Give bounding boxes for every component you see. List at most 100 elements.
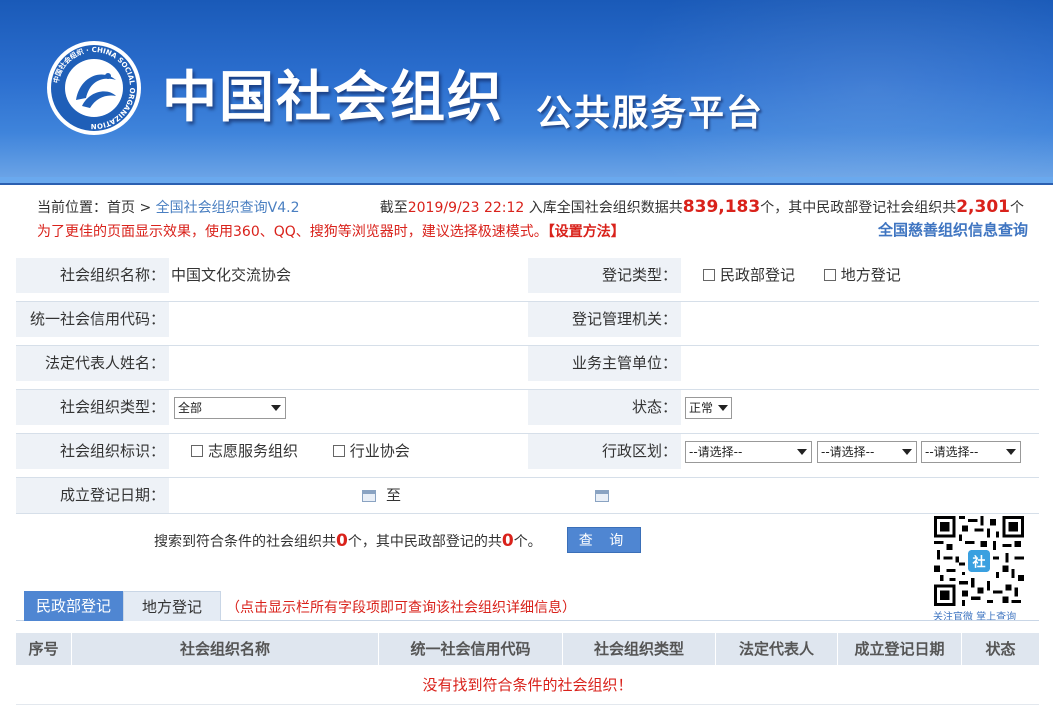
reg-authority-input[interactable]	[681, 302, 1039, 337]
dropdown-arrow-icon	[718, 405, 728, 411]
credit-code-label: 统一社会信用代码：	[16, 302, 169, 337]
reg-type-options: 民政部登记 地方登记	[681, 258, 1039, 293]
site-title: 中国社会组织	[162, 65, 505, 129]
dropdown-arrow-icon	[797, 449, 807, 455]
reg-date-label: 成立登记日期：	[16, 478, 169, 513]
reg-date-start-input[interactable]	[171, 482, 361, 509]
region-label: 行政区划：	[528, 434, 681, 469]
reg-date-end-input[interactable]	[409, 482, 589, 509]
search-button[interactable]: 查 询	[567, 527, 641, 553]
checkbox-icon[interactable]	[191, 445, 203, 457]
column-header[interactable]: 法定代表人	[716, 633, 838, 665]
legal-rep-input[interactable]	[169, 346, 528, 381]
column-header[interactable]: 状态	[962, 633, 1039, 665]
result-ministry-count: 0	[501, 531, 514, 551]
region-cell: --请选择-- --请选择-- --请选择--	[681, 434, 1039, 469]
calendar-icon[interactable]	[362, 490, 376, 502]
status-select[interactable]: 正常	[685, 397, 732, 419]
statistics-summary: 截至2019/9/23 22:12 入库全国社会组织数据共839,183个，其中…	[380, 197, 1024, 217]
breadcrumb-current[interactable]: 全国社会组织查询V4.2	[156, 200, 300, 216]
status-cell: 正常	[681, 390, 1039, 425]
volunteer-org-text: 志愿服务组织	[208, 442, 299, 460]
city-select[interactable]: --请选择--	[817, 441, 917, 463]
city-selected: --请选择--	[821, 445, 875, 459]
reg-type-label: 登记类型：	[528, 258, 681, 293]
stats-text: 截至	[379, 200, 408, 216]
browser-tip-text: 为了更佳的页面显示效果，使用360、QQ、搜狗等浏览器时，建议选择极速模式。	[37, 224, 548, 240]
stats-date: 2019/9/23 22:12	[407, 200, 525, 216]
column-header[interactable]: 统一社会信用代码	[379, 633, 563, 665]
breadcrumb: 当前位置：首页 > 全国社会组织查询V4.2	[37, 197, 299, 217]
reg-type-local-option[interactable]: 地方登记	[823, 266, 901, 284]
org-type-selected: 全部	[178, 401, 203, 415]
checkbox-icon[interactable]	[332, 445, 345, 457]
reg-type-ministry-text: 民政部登记	[720, 266, 796, 284]
stats-text: 个	[1010, 200, 1024, 216]
dropdown-arrow-icon	[1006, 449, 1016, 455]
reg-type-ministry-option[interactable]: 民政部登记	[703, 266, 795, 284]
org-name-input[interactable]: 中国文化交流协会	[169, 266, 291, 284]
column-header[interactable]: 社会组织类型	[563, 633, 716, 665]
dropdown-arrow-icon	[271, 405, 281, 411]
org-type-select[interactable]: 全部	[174, 397, 286, 419]
breadcrumb-prefix: 当前位置：	[37, 200, 107, 216]
column-header[interactable]: 序号	[16, 633, 72, 665]
header-banner: 中国社会组织 · CHINA SOCIAL ORGANIZATION 中国社会组…	[0, 0, 1053, 177]
checkbox-icon[interactable]	[823, 269, 836, 281]
checkbox-icon[interactable]	[703, 269, 715, 281]
stats-ministry-count: 2,301	[956, 197, 1010, 217]
form-row-org-type: 社会组织类型： 全部 状态： 正常	[16, 390, 1039, 425]
china-social-organization-logo[interactable]: 中国社会组织 · CHINA SOCIAL ORGANIZATION	[46, 40, 142, 136]
result-total-count: 0	[336, 531, 348, 551]
result-text: 个，其中民政部登记的共	[347, 534, 502, 550]
org-name-label: 社会组织名称：	[16, 258, 169, 293]
tab-local-registration[interactable]: 地方登记	[123, 591, 221, 621]
date-range-to: 至	[386, 486, 402, 504]
stats-total-count: 839,183	[682, 197, 761, 217]
credit-code-input[interactable]	[169, 302, 528, 337]
result-text: 个。	[513, 534, 542, 550]
status-selected: 正常	[689, 401, 714, 415]
dropdown-arrow-icon	[902, 449, 912, 455]
form-row-credit-code: 统一社会信用代码： 登记管理机关：	[16, 302, 1039, 337]
industry-assoc-text: 行业协会	[349, 442, 410, 460]
wechat-qr-code[interactable]: 社	[934, 516, 1024, 606]
form-row-org-name: 社会组织名称： 中国文化交流协会 登记类型： 民政部登记 地方登记	[16, 258, 1039, 293]
column-header[interactable]: 成立登记日期	[838, 633, 962, 665]
supervisor-label: 业务主管单位：	[528, 346, 681, 381]
tab-hint: （点击显示栏所有字段项即可查询该社会组织详细信息）	[226, 600, 576, 616]
org-name-field[interactable]: 中国文化交流协会	[169, 258, 528, 293]
result-text: 搜索到符合条件的社会组织共	[154, 534, 336, 550]
tab-ministry-registration[interactable]: 民政部登记	[24, 591, 123, 621]
breadcrumb-separator: >	[135, 200, 156, 216]
calendar-icon[interactable]	[595, 490, 609, 502]
no-results-message: 没有找到符合条件的社会组织！	[422, 676, 633, 694]
supervisor-input[interactable]	[681, 346, 1039, 381]
reg-date-range: 至	[169, 478, 1039, 513]
industry-assoc-option[interactable]: 行业协会	[332, 442, 410, 460]
charity-search-link[interactable]: 全国慈善组织信息查询	[878, 219, 1028, 240]
status-label: 状态：	[528, 390, 681, 425]
site-subtitle: 公共服务平台	[536, 93, 765, 134]
stats-text: 个，其中民政部登记社会组织共	[760, 200, 957, 216]
stats-text: 入库全国社会组织数据共	[524, 200, 683, 216]
table-bottom-border	[16, 704, 1039, 705]
search-result-summary: 搜索到符合条件的社会组织共0个，其中民政部登记的共0个。	[154, 531, 542, 551]
form-row-reg-date: 成立登记日期： 至	[16, 478, 1039, 513]
province-select[interactable]: --请选择--	[685, 441, 812, 463]
column-header[interactable]: 社会组织名称	[72, 633, 379, 665]
legal-rep-label: 法定代表人姓名：	[16, 346, 169, 381]
volunteer-org-option[interactable]: 志愿服务组织	[191, 442, 298, 460]
form-row-org-mark: 社会组织标识： 志愿服务组织 行业协会 行政区划： --请选择-- --请选择-…	[16, 434, 1039, 469]
settings-method-link[interactable]: 【设置方法】	[548, 224, 625, 240]
results-table-header: 序号 社会组织名称 统一社会信用代码 社会组织类型 法定代表人 成立登记日期 状…	[16, 633, 1039, 665]
reg-authority-label: 登记管理机关：	[528, 302, 681, 337]
breadcrumb-home-link[interactable]: 首页	[107, 200, 135, 216]
org-mark-label: 社会组织标识：	[16, 434, 169, 469]
banner-divider-dark	[0, 183, 1053, 185]
district-selected: --请选择--	[925, 445, 979, 459]
row-divider	[16, 513, 1039, 514]
org-type-label: 社会组织类型：	[16, 390, 169, 425]
province-selected: --请选择--	[689, 445, 743, 459]
district-select[interactable]: --请选择--	[921, 441, 1021, 463]
